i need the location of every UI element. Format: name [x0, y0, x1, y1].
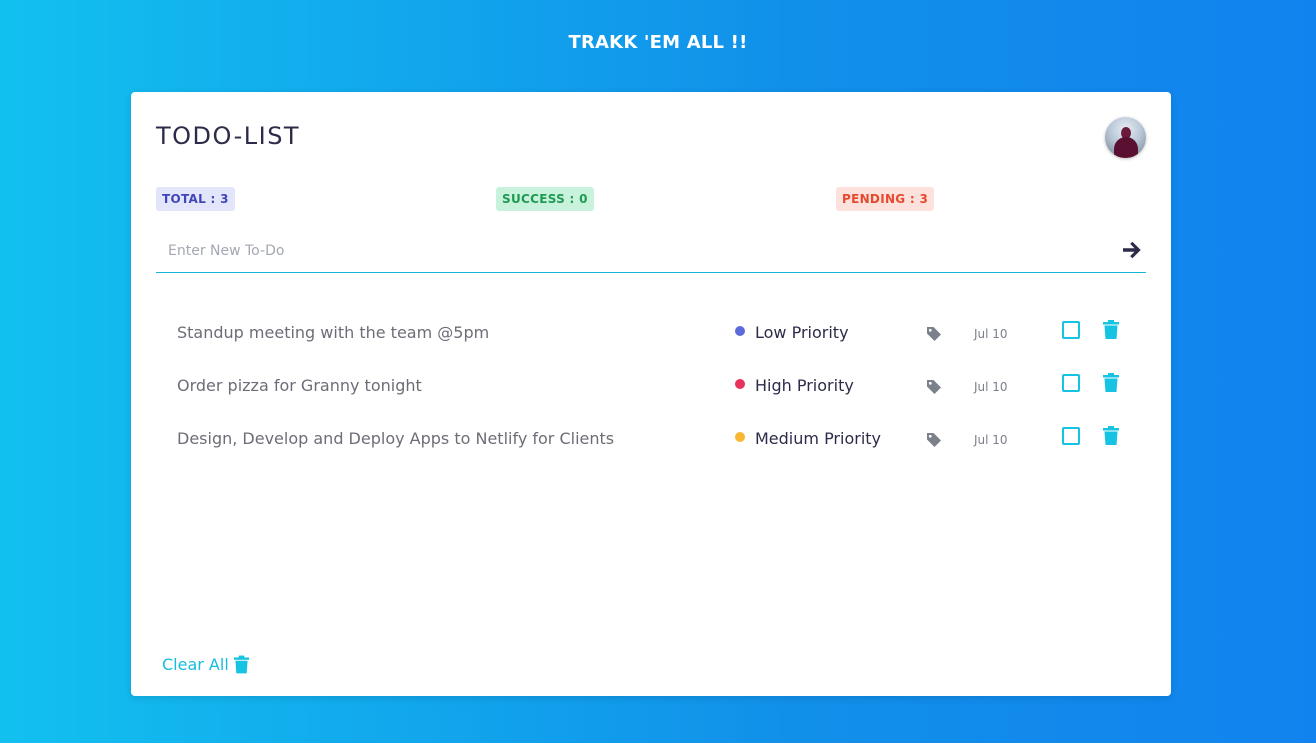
trash-icon [233, 655, 249, 674]
page-title: TODO-LIST [156, 122, 301, 150]
todo-date: Jul 10 [974, 380, 1008, 394]
priority-text: Low Priority [755, 323, 849, 342]
avatar-body [1114, 137, 1138, 158]
trash-icon[interactable] [1103, 320, 1119, 339]
todo-text: Standup meeting with the team @5pm [177, 323, 490, 342]
todo-item: Design, Develop and Deploy Apps to Netli… [156, 413, 1146, 466]
clear-all-label: Clear All [162, 655, 229, 674]
priority-dot [735, 379, 745, 389]
todo-list: Standup meeting with the team @5pm Low P… [156, 307, 1146, 466]
todo-text: Design, Develop and Deploy Apps to Netli… [177, 429, 615, 448]
complete-checkbox[interactable] [1062, 427, 1080, 445]
avatar[interactable] [1105, 117, 1146, 158]
todo-card: TODO-LIST TOTAL : 3 SUCCESS : 0 PENDING … [131, 92, 1171, 696]
priority-dot [735, 432, 745, 442]
complete-checkbox[interactable] [1062, 374, 1080, 392]
priority-label: High Priority [735, 376, 854, 395]
priority-dot [735, 326, 745, 336]
todo-date: Jul 10 [974, 327, 1008, 341]
success-badge: SUCCESS : 0 [496, 187, 594, 211]
todo-item: Standup meeting with the team @5pm Low P… [156, 307, 1146, 360]
todo-item: Order pizza for Granny tonight High Prio… [156, 360, 1146, 413]
tag-icon [927, 380, 941, 394]
trash-icon[interactable] [1103, 426, 1119, 445]
tag-icon [927, 327, 941, 341]
arrow-right-icon[interactable] [1120, 238, 1144, 262]
todo-date: Jul 10 [974, 433, 1008, 447]
clear-all-button[interactable]: Clear All [162, 655, 249, 674]
new-todo-row [156, 232, 1146, 273]
total-badge: TOTAL : 3 [156, 187, 235, 211]
complete-checkbox[interactable] [1062, 321, 1080, 339]
tag-icon [927, 433, 941, 447]
app-title: TRAKK 'EM ALL !! [568, 32, 748, 53]
priority-text: High Priority [755, 376, 854, 395]
priority-label: Low Priority [735, 323, 849, 342]
new-todo-input[interactable] [156, 232, 1086, 270]
priority-label: Medium Priority [735, 429, 881, 448]
todo-text: Order pizza for Granny tonight [177, 376, 422, 395]
priority-text: Medium Priority [755, 429, 882, 448]
trash-icon[interactable] [1103, 373, 1119, 392]
pending-badge: PENDING : 3 [836, 187, 935, 211]
